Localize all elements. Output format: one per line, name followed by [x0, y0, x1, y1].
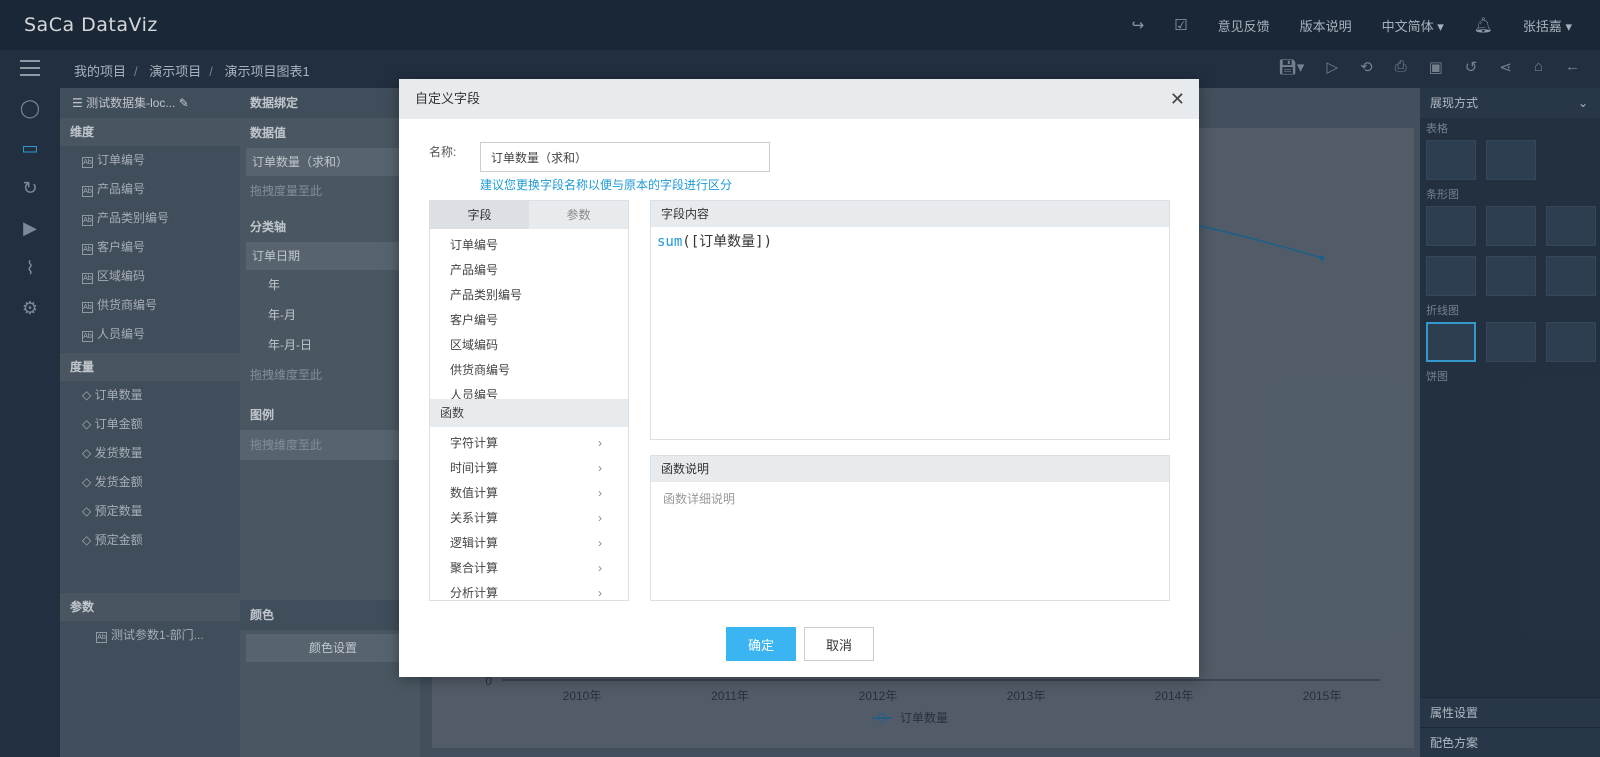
- function-label: 聚合计算: [450, 561, 499, 575]
- function-category[interactable]: 时间计算 ›: [430, 456, 628, 481]
- tab-fields[interactable]: 字段: [430, 201, 529, 229]
- field-item[interactable]: 客户编号: [430, 308, 628, 333]
- function-category[interactable]: 聚合计算 ›: [430, 556, 628, 581]
- field-item[interactable]: 产品类别编号: [430, 283, 628, 308]
- content-title: 字段内容: [651, 201, 1169, 227]
- function-list: 字符计算 › 时间计算 › 数值计算 › 关系计算 › 逻辑计算 › 聚合计算 › 分析计算…: [430, 427, 628, 600]
- function-section: 函数: [430, 399, 628, 427]
- name-hint: 建议您更换字段名称以便与原本的字段进行区分: [480, 178, 733, 192]
- chevron-right-icon: ›: [598, 486, 602, 500]
- cancel-button[interactable]: 取消: [804, 627, 874, 661]
- name-input[interactable]: [480, 142, 770, 172]
- chevron-right-icon: ›: [598, 511, 602, 525]
- confirm-button[interactable]: 确定: [726, 627, 796, 661]
- code-argument: ([订单数量]): [682, 234, 773, 250]
- field-selector: 字段 参数 订单编号 产品编号 产品类别编号 客户编号 区域编码 供货商编号 人…: [429, 200, 629, 601]
- function-category[interactable]: 关系计算 ›: [430, 506, 628, 531]
- dialog-title: 自定义字段: [415, 91, 481, 106]
- code-editor[interactable]: sum([订单数量]): [651, 227, 1169, 255]
- function-label: 逻辑计算: [450, 536, 499, 550]
- function-category[interactable]: 逻辑计算 ›: [430, 531, 628, 556]
- function-label: 字符计算: [450, 436, 499, 450]
- function-category[interactable]: 分析计算 ›: [430, 581, 628, 600]
- chevron-right-icon: ›: [598, 536, 602, 550]
- chevron-right-icon: ›: [598, 436, 602, 450]
- tab-params[interactable]: 参数: [529, 201, 628, 229]
- custom-field-dialog: 自定义字段 ✕ 名称: 建议您更换字段名称以便与原本的字段进行区分 字段 参数 …: [399, 79, 1199, 677]
- field-item[interactable]: 订单编号: [430, 233, 628, 258]
- function-label: 时间计算: [450, 461, 499, 475]
- function-label: 关系计算: [450, 511, 499, 525]
- chevron-right-icon: ›: [598, 586, 602, 600]
- field-item[interactable]: 人员编号: [430, 383, 628, 399]
- desc-body: 函数详细说明: [663, 492, 736, 506]
- field-item[interactable]: 产品编号: [430, 258, 628, 283]
- function-label: 数值计算: [450, 486, 499, 500]
- field-tabs: 字段 参数: [430, 201, 628, 229]
- function-category[interactable]: 数值计算 ›: [430, 481, 628, 506]
- code-function: sum: [657, 234, 683, 250]
- name-label: 名称:: [429, 145, 457, 159]
- function-category[interactable]: 字符计算 ›: [430, 431, 628, 456]
- close-icon[interactable]: ✕: [1170, 79, 1185, 119]
- field-item[interactable]: 供货商编号: [430, 358, 628, 383]
- field-item[interactable]: 区域编码: [430, 333, 628, 358]
- dialog-header: 自定义字段 ✕: [399, 79, 1199, 119]
- function-label: 分析计算: [450, 586, 499, 600]
- field-content-editor[interactable]: 字段内容 sum([订单数量]): [650, 200, 1170, 440]
- desc-title: 函数说明: [651, 456, 1169, 482]
- chevron-right-icon: ›: [598, 561, 602, 575]
- field-list: 订单编号 产品编号 产品类别编号 客户编号 区域编码 供货商编号 人员编号: [430, 229, 628, 399]
- function-description: 函数说明 函数详细说明: [650, 455, 1170, 601]
- chevron-right-icon: ›: [598, 461, 602, 475]
